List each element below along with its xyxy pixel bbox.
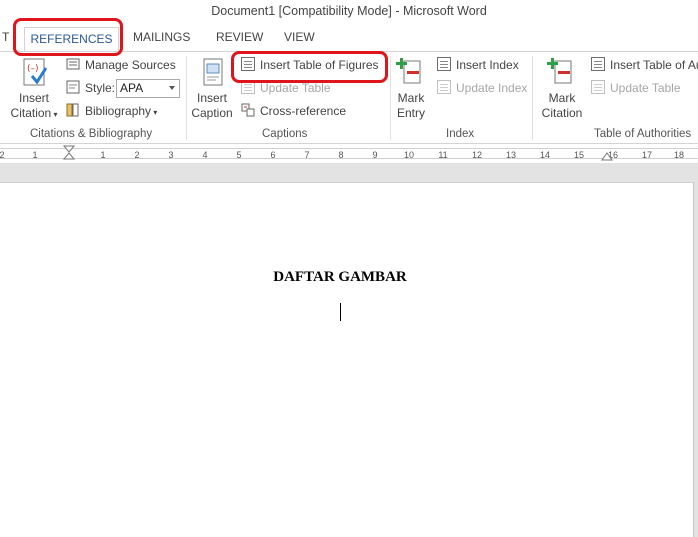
cross-reference-icon	[241, 103, 255, 117]
tab-view[interactable]: VIEW	[284, 30, 315, 44]
captions-group-label: Captions	[262, 128, 308, 140]
insert-caption-icon	[196, 56, 228, 88]
insert-index-label: Insert Index	[456, 58, 519, 72]
document-page[interactable]: DAFTAR GAMBAR	[0, 182, 694, 537]
insert-caption-label: Insert	[196, 91, 227, 105]
ruler-number: 7	[304, 150, 310, 160]
indent-marker-icon[interactable]	[62, 145, 76, 165]
bibliography-label: Bibliography	[85, 104, 152, 118]
ruler-number: 4	[202, 150, 208, 160]
ruler-number: 17	[641, 150, 652, 160]
manage-sources-button[interactable]: Manage Sources	[66, 56, 176, 74]
group-separator	[390, 56, 391, 140]
manage-sources-label: Manage Sources	[85, 58, 176, 72]
ruler-number: 5	[236, 150, 242, 160]
ruler-number: 13	[505, 150, 516, 160]
ruler-number: 2	[134, 150, 140, 160]
style-icon	[66, 80, 80, 94]
manage-sources-icon	[66, 57, 80, 71]
update-index-button[interactable]: Update Index	[437, 79, 527, 97]
bibliography-icon	[66, 103, 80, 117]
update-index-icon	[437, 80, 451, 94]
insert-index-button[interactable]: Insert Index	[437, 56, 519, 74]
tab-review[interactable]: REVIEW	[216, 30, 263, 44]
mark-citation-label: Mark	[548, 91, 576, 105]
table-of-authorities-icon	[591, 57, 605, 71]
style-select-value: APA	[120, 81, 144, 95]
style-select[interactable]: APA	[116, 79, 180, 98]
group-separator	[186, 56, 187, 140]
update-table-button[interactable]: Update Table	[241, 79, 331, 97]
ruler-number: 9	[372, 150, 378, 160]
table-of-figures-icon	[241, 57, 255, 71]
title-bar: Document1 [Compatibility Mode] - Microso…	[0, 0, 698, 24]
ruler-number: 2	[0, 150, 5, 160]
mark-entry-icon	[395, 56, 427, 88]
mark-entry-button[interactable]: Mark Entry	[392, 56, 430, 121]
update-index-label: Update Index	[456, 81, 528, 95]
ruler-number: 12	[471, 150, 482, 160]
group-separator	[532, 56, 533, 140]
text-caret	[340, 303, 341, 321]
insert-citation-button[interactable]: (–) Insert Citation ▾	[8, 56, 60, 122]
mark-citation-label-2: Citation	[541, 106, 583, 120]
ruler-number: 3	[168, 150, 174, 160]
style-label: Style:	[85, 81, 116, 95]
ribbon: (–) Insert Citation ▾ Manage Sources Sty…	[0, 51, 698, 144]
document-heading[interactable]: DAFTAR GAMBAR	[0, 269, 680, 286]
cross-reference-button[interactable]: Cross-reference	[241, 102, 346, 120]
ruler-bar: 2 1 1 2 3 4 5 6 7 8 9 10 11 12 13 14 15 …	[0, 148, 698, 160]
insert-table-of-figures-label: Insert Table of Figures	[260, 58, 379, 72]
update-authorities-table-button[interactable]: Update Table	[591, 79, 681, 97]
insert-index-icon	[437, 57, 451, 71]
ruler-number: 8	[338, 150, 344, 160]
svg-text:(–): (–)	[27, 64, 39, 74]
citations-group-label: Citations & Bibliography	[30, 128, 153, 140]
tab-insert-partial[interactable]: T	[2, 30, 9, 44]
insert-table-of-figures-button[interactable]: Insert Table of Figures	[241, 56, 379, 74]
ruler-number: 11	[438, 150, 448, 160]
update-authorities-icon	[591, 80, 605, 94]
tab-references[interactable]: REFERENCES	[24, 27, 119, 51]
insert-citation-icon: (–)	[18, 56, 50, 88]
document-canvas: DAFTAR GAMBAR	[0, 163, 698, 537]
ruler-number: 6	[270, 150, 276, 160]
mark-citation-icon	[546, 56, 578, 88]
ruler-number: 18	[673, 150, 684, 160]
ruler-number: 14	[539, 150, 550, 160]
index-group-label: Index	[446, 128, 475, 140]
insert-citation-label: Insert	[18, 91, 49, 105]
insert-table-of-authorities-label: Insert Table of Au	[610, 58, 698, 72]
ruler-number: 10	[403, 150, 414, 160]
ruler-number: 15	[573, 150, 584, 160]
update-authorities-table-label: Update Table	[610, 81, 681, 95]
insert-caption-label-2: Caption	[191, 106, 233, 120]
mark-entry-label-2: Entry	[396, 106, 425, 120]
ruler-number: 1	[32, 150, 38, 160]
horizontal-ruler[interactable]: 2 1 1 2 3 4 5 6 7 8 9 10 11 12 13 14 15 …	[0, 145, 698, 161]
authorities-group-label: Table of Authorities	[594, 128, 692, 140]
style-label-row: Style:	[66, 79, 115, 97]
insert-table-of-authorities-button[interactable]: Insert Table of Au	[591, 56, 698, 74]
window-title: Document1 [Compatibility Mode] - Microso…	[211, 4, 487, 18]
insert-citation-label-2: Citation ▾	[10, 106, 58, 120]
insert-caption-button[interactable]: Insert Caption	[190, 56, 234, 121]
tab-mailings[interactable]: MAILINGS	[133, 30, 190, 44]
chevron-down-icon	[169, 86, 175, 90]
mark-citation-button[interactable]: Mark Citation	[536, 56, 588, 121]
update-table-icon	[241, 80, 255, 94]
ruler-number: 1	[100, 150, 106, 160]
bibliography-button[interactable]: Bibliography ▾	[66, 102, 157, 120]
cross-reference-label: Cross-reference	[260, 104, 347, 118]
update-table-label: Update Table	[260, 81, 331, 95]
mark-entry-label: Mark	[397, 91, 425, 105]
right-indent-marker-icon[interactable]	[601, 151, 613, 161]
